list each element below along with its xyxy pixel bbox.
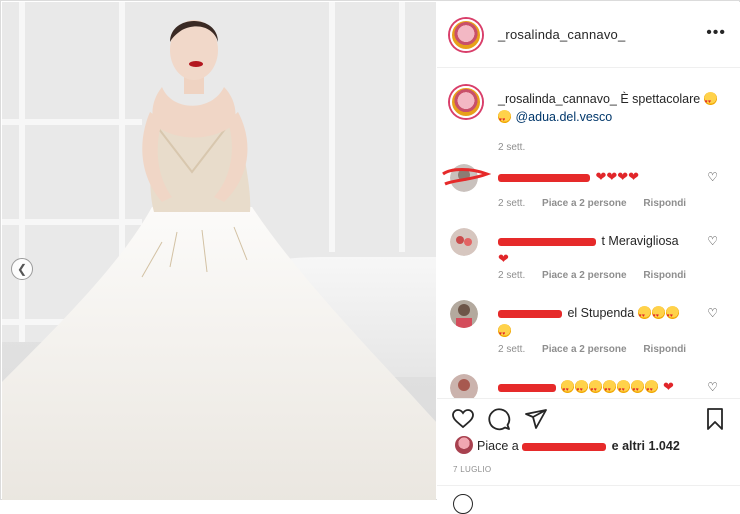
caption-body: È spettacolare [620,92,701,106]
header-username[interactable]: _rosalinda_cannavo_ [498,27,625,42]
post-details-panel: _rosalinda_cannavo_ ••• _rosalinda_canna… [437,2,740,514]
comment-text: t Meravigliosa ❤ [498,232,698,268]
comment-icon[interactable] [487,407,511,431]
caption-mention[interactable]: @adua.del.vesco [515,110,612,124]
heart-eyes-emoji-icon [498,324,511,343]
emoji-picker-icon[interactable] [453,494,473,514]
avatar[interactable] [450,228,478,256]
bookmark-icon[interactable] [703,407,727,431]
comment-text: el Stupenda [498,304,698,343]
post-header: _rosalinda_cannavo_ ••• [437,2,740,68]
red-heart-icon: ❤ [498,251,509,266]
list-item: ❤ ♡ [437,374,740,398]
likes-text: Piace a e altri 1.042 [477,439,680,453]
heart-eyes-emoji-icon [589,380,603,398]
redacted-username [498,173,590,182]
heart-eyes-emoji-icon [645,380,659,398]
comment-time[interactable]: 2 sett. [498,270,525,281]
comment-body: t Meravigliosa [601,234,679,248]
heart-eyes-emoji-icon [575,380,589,398]
avatar[interactable] [450,300,478,328]
more-icon[interactable]: ••• [706,24,726,42]
reply-button[interactable]: Rispondi [643,270,686,281]
avatar[interactable] [450,19,482,51]
heart-eyes-emoji-icon [498,110,511,129]
share-icon[interactable] [524,407,548,431]
heart-eyes-emoji-icon [617,380,631,398]
instagram-post-modal: ❮ _rosalinda_cannavo_ ••• _rosalinda_can… [0,0,740,514]
comment-text: ❤ [498,378,698,398]
list-item: el Stupenda 2 sett. Piace a 2 persone Ri… [437,300,740,370]
caption-text: _rosalinda_cannavo_ È spettacolare @adua… [498,90,718,129]
comment-meta: 2 sett. Piace a 2 persone Rispondi [498,270,700,281]
redacted-username [498,383,556,392]
red-heart-icon: ❤ [662,379,674,394]
heart-eyes-emoji-icon [637,306,651,325]
likes-summary: Piace a e altri 1.042 [437,434,740,456]
comment-time[interactable]: 2 sett. [498,344,525,355]
comment-text: ❤❤❤❤ [498,168,698,186]
red-heart-icon: ❤❤❤❤ [595,169,640,184]
avatar[interactable] [450,86,482,118]
heart-outline-icon[interactable]: ♡ [707,170,718,184]
comment-likes[interactable]: Piace a 2 persone [542,344,627,355]
comment-meta: 2 sett. Piace a 2 persone Rispondi [498,344,700,355]
likes-prefix: Piace a [477,439,519,453]
carousel-prev-button[interactable]: ❮ [11,258,33,280]
redacted-username [522,442,607,451]
heart-eyes-emoji-icon [631,380,645,398]
heart-eyes-emoji-icon [561,380,575,398]
action-bar [437,398,740,436]
comment-meta: 2 sett. Piace a 2 persone Rispondi [498,198,700,209]
heart-outline-icon[interactable] [451,407,475,431]
comments-list[interactable]: _rosalinda_cannavo_ È spettacolare @adua… [437,68,740,398]
reply-button[interactable]: Rispondi [643,344,686,355]
caption-username[interactable]: _rosalinda_cannavo_ [498,92,617,106]
redacted-username [498,237,596,246]
post-date[interactable]: 7 LUGLIO [453,465,491,474]
heart-outline-icon[interactable]: ♡ [707,380,718,394]
heart-eyes-emoji-icon [651,306,665,325]
reply-button[interactable]: Rispondi [643,198,686,209]
heart-eyes-emoji-icon [665,306,679,325]
avatar[interactable] [450,374,478,398]
heart-eyes-emoji-icon [603,380,617,398]
chevron-left-icon: ❮ [16,262,28,276]
list-item: t Meravigliosa ❤ 2 sett. Piace a 2 perso… [437,228,740,298]
comment-likes[interactable]: Piace a 2 persone [542,198,627,209]
heart-outline-icon[interactable]: ♡ [707,234,718,248]
list-item: ❤❤❤❤ 2 sett. Piace a 2 persone Rispondi … [437,164,740,234]
comment-likes[interactable]: Piace a 2 persone [542,270,627,281]
comment-time[interactable]: 2 sett. [498,198,525,209]
add-comment-bar [437,485,740,514]
heart-outline-icon[interactable]: ♡ [707,306,718,320]
redaction-scribble [442,168,491,186]
comment-body: el Stupenda [567,306,635,320]
avatar[interactable] [455,436,473,454]
likes-count[interactable]: e altri 1.042 [612,439,680,453]
heart-eyes-emoji-icon [703,92,717,111]
post-photo[interactable]: ❮ [2,2,436,500]
redacted-username [498,309,562,318]
bride-figure [2,20,436,500]
caption-time[interactable]: 2 sett. [498,142,525,153]
